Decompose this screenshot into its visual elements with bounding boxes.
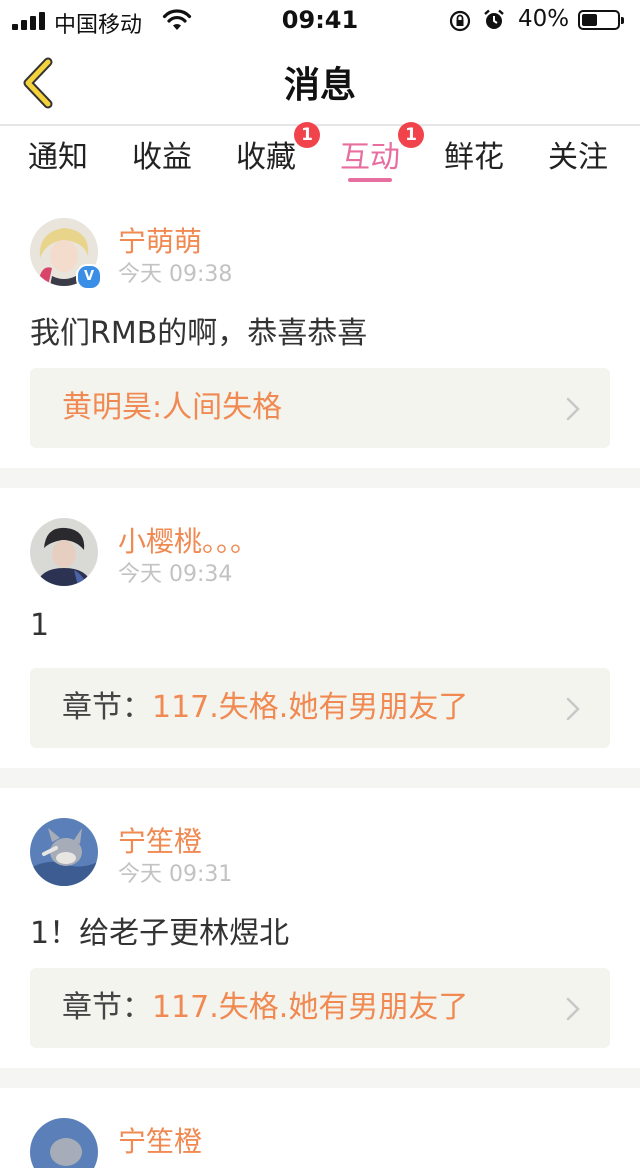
tab-favorites[interactable]: 收藏 1 xyxy=(236,122,320,182)
timestamp: 今天 09:38 xyxy=(118,262,233,287)
reference-link[interactable]: 章节：117.失格.她有男朋友了 xyxy=(30,968,610,1048)
battery-icon xyxy=(578,10,624,30)
tab-label: 关注 xyxy=(548,140,608,175)
verified-badge-icon: V xyxy=(76,264,102,290)
timestamp: 今天 09:34 xyxy=(118,562,233,587)
message-card: 小樱桃。。。 今天 09:34 1 章节：117.失格.她有男朋友了 xyxy=(0,468,640,768)
unread-badge: 1 xyxy=(398,122,424,148)
tab-label: 收益 xyxy=(132,140,192,175)
comment-text: 我们RMB的啊，恭喜恭喜 xyxy=(30,316,368,351)
chevron-right-icon xyxy=(566,997,580,1021)
status-bar: 中国移动 09:41 40% xyxy=(0,0,640,40)
reference-title: 黄明昊:人间失格 xyxy=(62,390,283,425)
username[interactable]: 宁笙橙 xyxy=(118,1120,202,1160)
chevron-right-icon xyxy=(566,697,580,721)
tab-label: 收藏 xyxy=(236,140,296,175)
page-title: 消息 xyxy=(283,65,356,106)
message-card: V 宁萌萌 今天 09:38 我们RMB的啊，恭喜恭喜 黄明昊:人间失格 xyxy=(0,188,640,468)
navigation-bar: 消息 xyxy=(0,40,640,126)
avatar[interactable] xyxy=(30,518,98,586)
reference-title: 117.失格.她有男朋友了 xyxy=(152,690,469,725)
active-tab-indicator xyxy=(348,178,392,182)
tab-flowers[interactable]: 鲜花 xyxy=(444,132,504,182)
comment-text: 1 xyxy=(30,608,50,643)
tab-label: 鲜花 xyxy=(444,140,504,175)
orientation-lock-icon xyxy=(449,10,471,32)
chevron-right-icon xyxy=(566,397,580,421)
avatar[interactable] xyxy=(30,818,98,886)
tab-interactions[interactable]: 互动 1 xyxy=(340,122,424,182)
reference-title: 117.失格.她有男朋友了 xyxy=(152,990,469,1025)
username[interactable]: 宁萌萌 xyxy=(118,220,202,260)
message-list: V 宁萌萌 今天 09:38 我们RMB的啊，恭喜恭喜 黄明昊:人间失格 小樱桃… xyxy=(0,188,640,1168)
unread-badge: 1 xyxy=(294,122,320,148)
alarm-icon xyxy=(484,9,504,29)
timestamp: 今天 09:31 xyxy=(118,862,233,887)
tab-earnings[interactable]: 收益 xyxy=(132,132,192,182)
tab-label: 通知 xyxy=(28,140,88,175)
tab-following[interactable]: 关注 xyxy=(548,132,608,182)
username[interactable]: 小樱桃。。。 xyxy=(118,520,258,560)
comment-text: 1！给老子更林煜北 xyxy=(30,916,290,951)
tab-notifications[interactable]: 通知 xyxy=(28,132,88,182)
tab-bar: 通知 收益 收藏 1 互动 1 鲜花 关注 xyxy=(0,122,640,188)
reference-prefix: 章节： xyxy=(62,990,152,1025)
reference-prefix: 章节： xyxy=(62,690,152,725)
reference-link[interactable]: 章节：117.失格.她有男朋友了 xyxy=(30,668,610,748)
reference-link[interactable]: 黄明昊:人间失格 xyxy=(30,368,610,448)
tab-label: 互动 xyxy=(340,140,400,175)
message-card: 宁笙橙 今天 09:31 1！给老子更林煜北 章节：117.失格.她有男朋友了 xyxy=(0,768,640,1068)
message-card: 宁笙橙 xyxy=(0,1068,640,1168)
avatar[interactable] xyxy=(30,1118,98,1168)
username[interactable]: 宁笙橙 xyxy=(118,820,202,860)
battery-percent: 40% xyxy=(518,6,570,32)
